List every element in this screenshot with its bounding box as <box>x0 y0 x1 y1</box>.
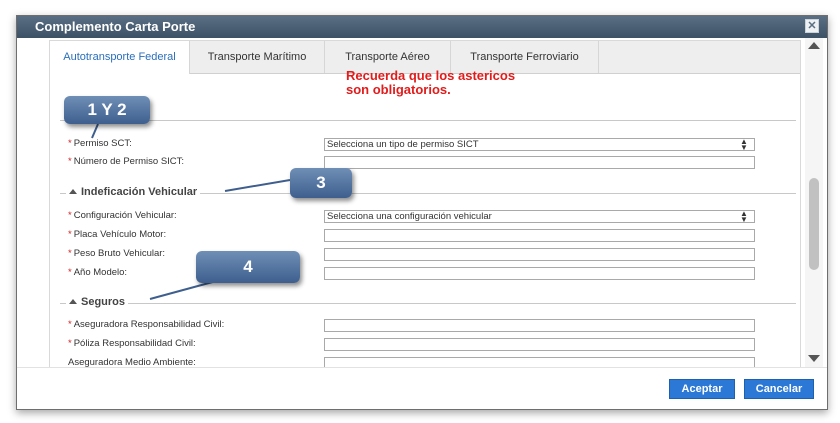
note-line-2: son obligatorios. <box>346 82 451 97</box>
callout-pointers <box>91 123 291 300</box>
callout-4: 4 <box>196 251 300 283</box>
required-fields-note: Recuerda que los astericos son obligator… <box>346 69 515 97</box>
pointer-1y2 <box>91 123 99 139</box>
pointer-3 <box>224 179 291 192</box>
callout-1y2: 1 Y 2 <box>64 96 150 124</box>
note-line-1: Recuerda que los astericos <box>346 68 516 83</box>
callout-3: 3 <box>290 168 352 198</box>
